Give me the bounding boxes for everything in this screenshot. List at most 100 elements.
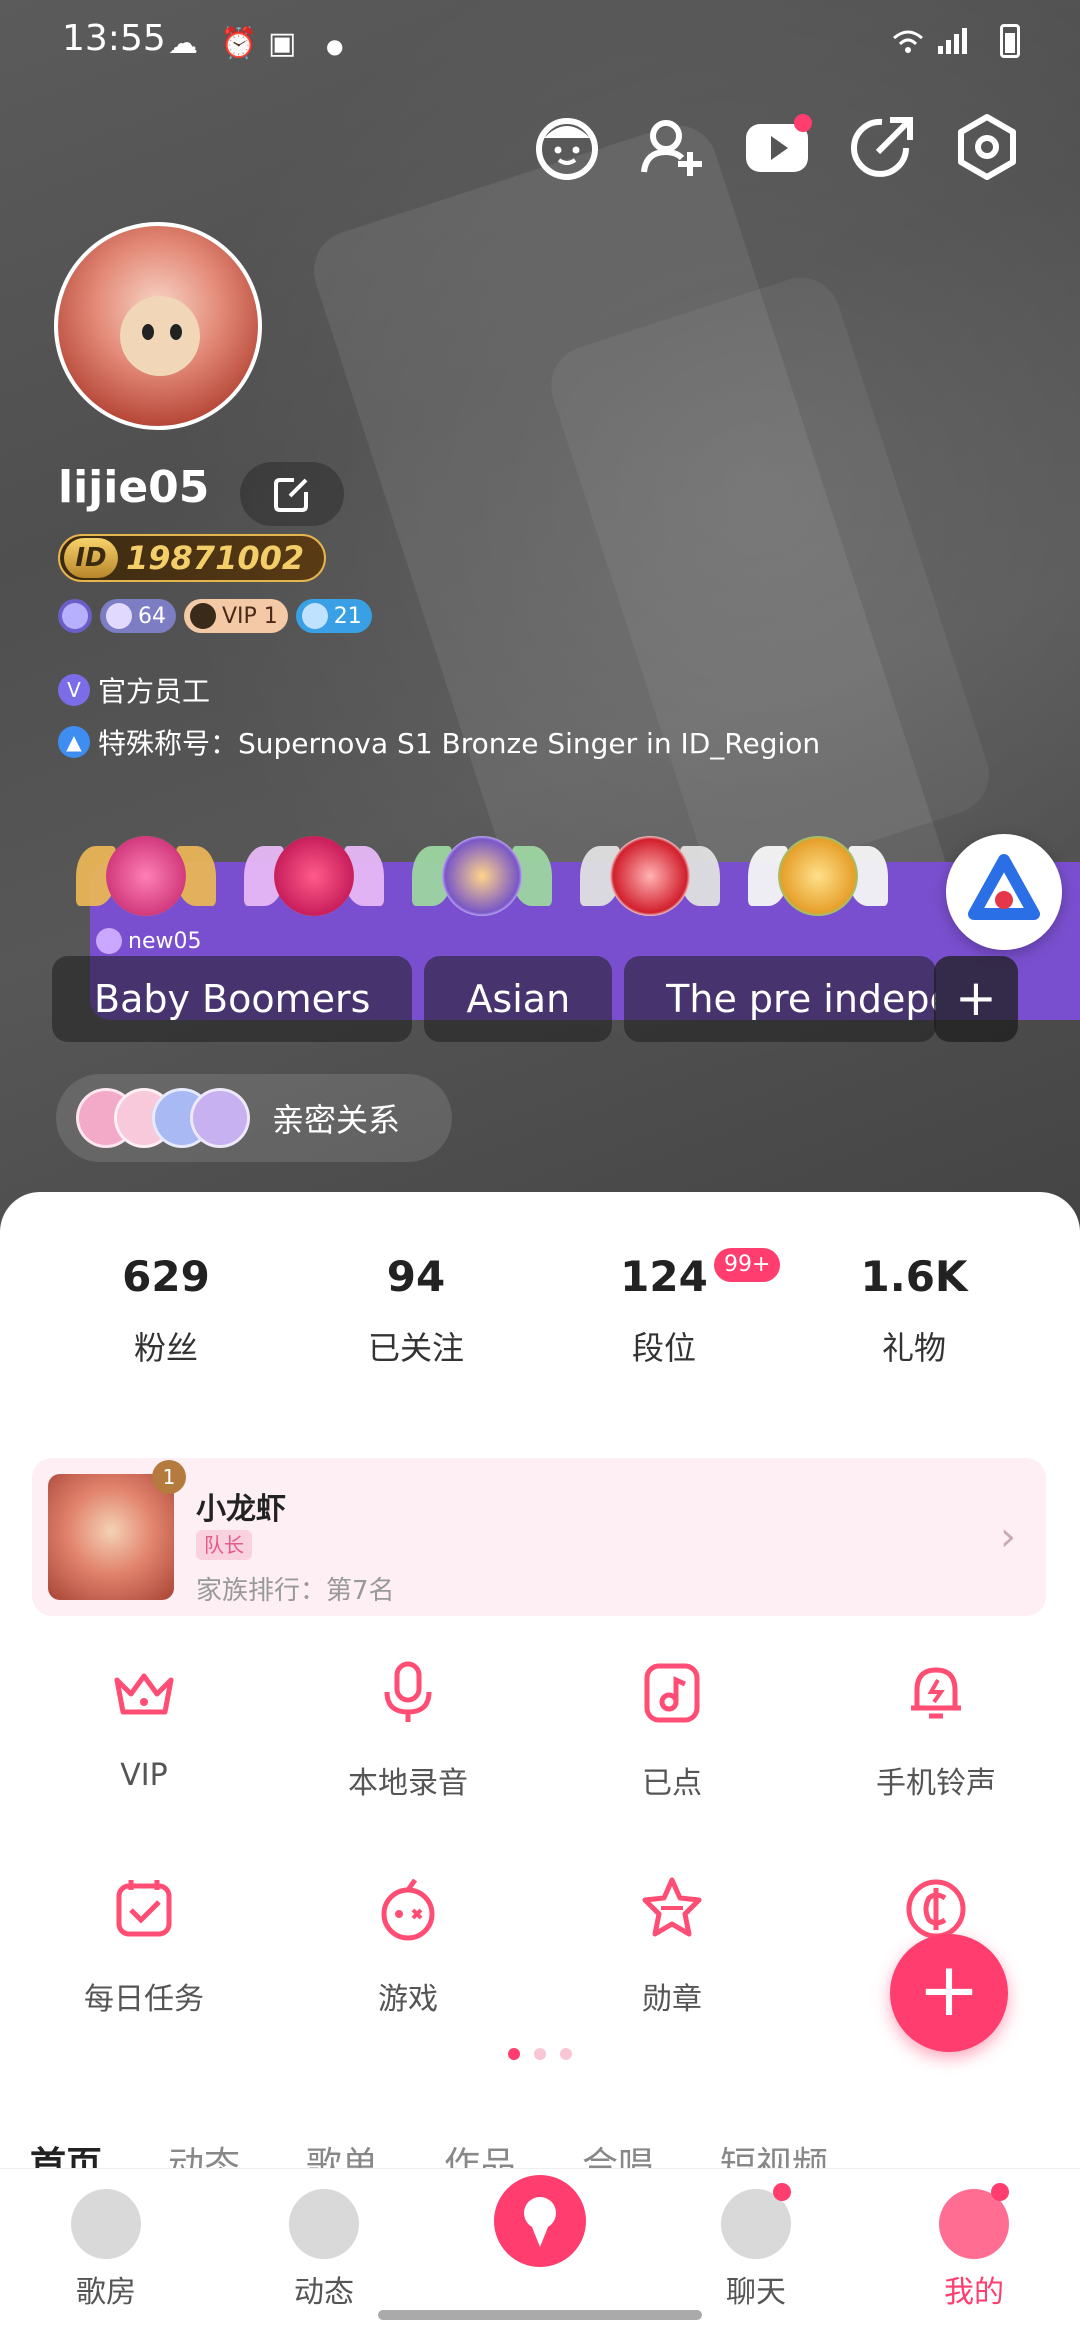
stat-fans[interactable]: 629 粉丝 bbox=[66, 1252, 266, 1369]
nav-sing-button[interactable] bbox=[494, 2175, 586, 2267]
notification-dot bbox=[991, 2183, 1009, 2201]
share-button[interactable] bbox=[848, 112, 918, 182]
family-name: 小龙虾 bbox=[196, 1492, 286, 1527]
family-card[interactable]: 1 小龙虾 队长 家族排行：第7名 › bbox=[32, 1458, 1046, 1616]
grid-label: 勋章 bbox=[642, 1982, 702, 2017]
id-mark-icon: ID bbox=[64, 538, 118, 578]
nav-label: 动态 bbox=[294, 2275, 354, 2310]
medal-gem[interactable] bbox=[580, 806, 720, 946]
profile-avatar[interactable] bbox=[54, 222, 262, 430]
music-note-icon bbox=[644, 1663, 700, 1723]
grid-ringtone[interactable]: 手机铃声 bbox=[836, 1658, 1036, 1802]
grid-label: 游戏 bbox=[378, 1982, 438, 2017]
edit-profile-button[interactable] bbox=[240, 462, 344, 526]
family-rank-text: 家族排行：第7名 bbox=[196, 1576, 395, 1606]
chevron-right-icon: › bbox=[1000, 1514, 1016, 1560]
create-post-fab[interactable]: + bbox=[890, 1934, 1008, 2052]
official-staff-label: 官方员工 bbox=[98, 675, 211, 708]
home-indicator bbox=[378, 2310, 702, 2320]
following-label: 已关注 bbox=[367, 1329, 464, 1367]
fans-count: 629 bbox=[122, 1252, 210, 1301]
notification-dot bbox=[794, 114, 812, 132]
stat-gifts[interactable]: 1.6K 礼物 bbox=[814, 1252, 1014, 1369]
medal-icon bbox=[642, 1877, 702, 1937]
hexagon-icon bbox=[301, 603, 328, 629]
pager-dot bbox=[560, 2048, 572, 2060]
crown-icon bbox=[114, 1673, 174, 1715]
family-rank-icon: 1 bbox=[152, 1460, 186, 1494]
pager-dot bbox=[508, 2048, 520, 2060]
user-id-badge[interactable]: ID 19871002 bbox=[58, 534, 327, 582]
avatar-eye bbox=[142, 324, 154, 340]
chat-bubble-icon bbox=[721, 2183, 791, 2259]
diamond-icon bbox=[106, 603, 132, 629]
battery-icon bbox=[1000, 24, 1020, 58]
fans-badge[interactable]: 21 bbox=[295, 599, 372, 633]
pager-dot bbox=[534, 2048, 546, 2060]
floating-assistant-button[interactable] bbox=[946, 834, 1062, 950]
user-badges: 64 VIP 1 21 new05 bbox=[58, 596, 1080, 1020]
star-medal-icon bbox=[274, 836, 354, 916]
interest-tags: Baby Boomers Asian The pre indepe bbox=[52, 956, 937, 1042]
wing-medal-icon bbox=[778, 836, 858, 916]
grid-requested-songs[interactable]: 已点 bbox=[572, 1658, 772, 1802]
assistant-logo-icon bbox=[968, 854, 1040, 920]
add-friend-button[interactable] bbox=[636, 112, 706, 182]
nav-song-room[interactable]: 歌房 bbox=[26, 2189, 186, 2311]
vip-badge[interactable]: VIP 1 bbox=[184, 599, 288, 633]
rank-badge: 99+ bbox=[714, 1248, 781, 1282]
diamond-badge[interactable]: 64 bbox=[100, 599, 176, 633]
wifi-signal-icon bbox=[893, 28, 967, 54]
relation-avatar bbox=[190, 1088, 250, 1148]
medal-wings[interactable] bbox=[748, 806, 888, 946]
grid-label: VIP bbox=[120, 1758, 168, 1793]
grid-daily-tasks[interactable]: 每日任务 bbox=[44, 1874, 244, 2018]
medal-heart[interactable] bbox=[76, 806, 216, 946]
grid-vip[interactable]: VIP bbox=[44, 1658, 244, 1793]
avatar-eye bbox=[170, 324, 182, 340]
following-count: 94 bbox=[386, 1252, 446, 1301]
guitar-medal-icon bbox=[442, 836, 522, 916]
microphone-room-icon bbox=[71, 2189, 141, 2259]
gear-icon bbox=[958, 114, 1016, 180]
grid-pager bbox=[508, 2048, 572, 2060]
grid-games[interactable]: 游戏 bbox=[308, 1874, 508, 2018]
grid-local-recording[interactable]: 本地录音 bbox=[308, 1658, 508, 1802]
stat-following[interactable]: 94 已关注 bbox=[316, 1252, 516, 1369]
settings-button[interactable] bbox=[952, 112, 1022, 182]
fans-level: 21 bbox=[333, 603, 362, 629]
medal-guitar[interactable] bbox=[412, 806, 552, 946]
intimacy-relations-button[interactable]: 亲密关系 bbox=[56, 1074, 452, 1162]
fans-label: 粉丝 bbox=[133, 1329, 198, 1367]
face-icon bbox=[536, 118, 598, 180]
face-avatar-button[interactable] bbox=[532, 112, 602, 182]
intimacy-label: 亲密关系 bbox=[272, 1101, 401, 1139]
crown-icon bbox=[190, 603, 216, 629]
interest-tag[interactable]: The pre indepe bbox=[624, 956, 937, 1042]
diamond-count: 64 bbox=[138, 603, 166, 629]
grid-label: 手机铃声 bbox=[876, 1766, 996, 1801]
level-badge[interactable] bbox=[58, 599, 92, 633]
nav-chat[interactable]: 聊天 bbox=[676, 2183, 836, 2311]
level-icon bbox=[62, 603, 88, 629]
interest-tag[interactable]: Baby Boomers bbox=[52, 956, 413, 1042]
grid-label: 已点 bbox=[642, 1766, 702, 1801]
gem-medal-icon bbox=[610, 836, 690, 916]
gifts-count: 1.6K bbox=[860, 1252, 968, 1301]
bell-icon bbox=[911, 1667, 961, 1719]
title-icon: ▲ bbox=[58, 726, 90, 758]
image-icon: ▣ bbox=[268, 26, 297, 61]
avatar-face bbox=[120, 296, 200, 376]
medal-star[interactable] bbox=[244, 806, 384, 946]
more-dot-icon: ● bbox=[326, 34, 344, 58]
add-tag-button[interactable]: + bbox=[934, 956, 1018, 1042]
stat-rank[interactable]: 124 段位 99+ bbox=[564, 1248, 781, 1369]
interest-tag[interactable]: Asian bbox=[424, 956, 613, 1042]
video-button[interactable] bbox=[742, 112, 812, 182]
grid-medals[interactable]: 勋章 bbox=[572, 1874, 772, 2018]
special-title-text: 特殊称号：Supernova S1 Bronze Singer in ID_Re… bbox=[98, 727, 821, 760]
nav-me[interactable]: 我的 bbox=[894, 2183, 1054, 2311]
verified-v-icon: V bbox=[58, 674, 90, 706]
special-title-tag: ▲ 特殊称号：Supernova S1 Bronze Singer in ID_… bbox=[58, 722, 820, 762]
nav-feed[interactable]: 动态 bbox=[244, 2189, 404, 2311]
